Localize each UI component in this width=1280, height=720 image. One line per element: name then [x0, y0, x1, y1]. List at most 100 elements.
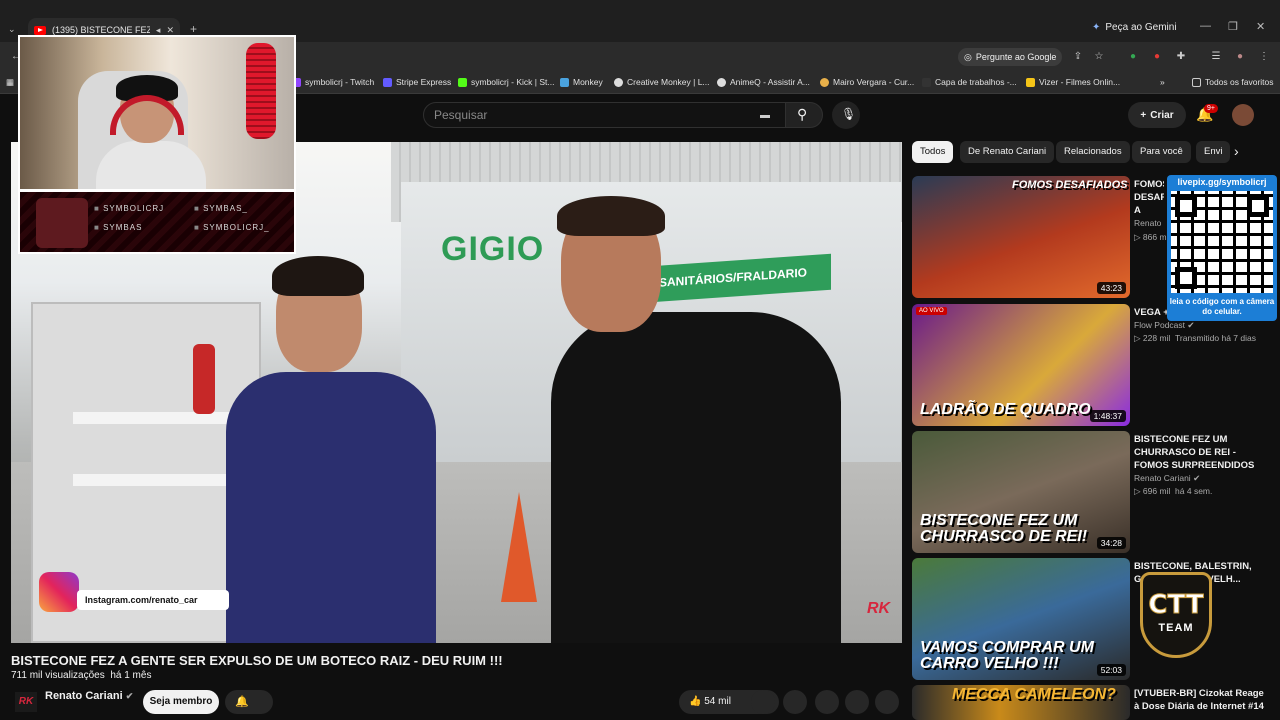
extensions-puzzle-icon[interactable]: ✚ — [1175, 51, 1187, 63]
video-title[interactable]: [VTUBER-BR] Cizokat Reage à Dose Diária … — [1134, 687, 1264, 713]
tab-list-chevron-icon[interactable]: ⌄ — [8, 24, 16, 35]
social-handles-panel: SYMBOLICRJ SYMBAS_ SYMBAS SYMBOLICRJ_ — [18, 190, 296, 254]
bookmark-item[interactable]: Vizer - Filmes Onlin... — [1026, 77, 1120, 87]
ctt-team-badge: CTT TEAM — [1134, 566, 1218, 662]
reading-list-icon[interactable]: ☰ — [1210, 51, 1222, 63]
keyboard-icon[interactable]: ▬ — [760, 110, 770, 121]
chip-all[interactable]: Todos — [912, 141, 954, 163]
close-tab-icon[interactable]: ✕ — [166, 25, 174, 36]
black-shirt — [551, 312, 841, 643]
livepix-qr-overlay: livepix.gg/symbolicrj leia o código com … — [1167, 175, 1277, 321]
share-button[interactable] — [783, 690, 807, 714]
video-title[interactable]: BISTECONE FEZ UM CHURRASCO DE REI - FOMO… — [1134, 433, 1264, 473]
voice-search-button[interactable]: 🎙 — [832, 101, 860, 129]
recommendation-item[interactable]: VAMOS COMPRAR UM CARRO VELHO !!! 52:03 B… — [912, 558, 1272, 680]
youtube-handle: SYMBAS — [94, 223, 194, 232]
bookmark-star-icon[interactable]: ☆ — [1093, 51, 1105, 63]
bookmark-label: Capa de trabalhos -... — [935, 77, 1017, 87]
bookmark-label: symbolicrj - Kick | St... — [471, 77, 555, 87]
profile-avatar-icon[interactable]: ● — [1234, 51, 1246, 63]
extension-green-icon[interactable]: ● — [1127, 51, 1139, 63]
bookmark-item[interactable]: symbolicrj - Twitch — [292, 77, 374, 87]
thumbnail[interactable]: AO VIVO LADRÃO DE QUADRO 1:48:37 — [912, 304, 1130, 426]
thumbnail[interactable]: VAMOS COMPRAR UM CARRO VELHO !!! 52:03 — [912, 558, 1130, 680]
gemini-label: Peça ao Gemini — [1105, 22, 1177, 33]
chip-uploaded[interactable]: Envi — [1196, 141, 1230, 163]
chip-from-channel[interactable]: De Renato Cariani — [960, 141, 1055, 163]
search-button[interactable]: ⚲ — [785, 102, 823, 128]
new-tab-icon[interactable]: + — [190, 22, 197, 36]
extension-red-icon[interactable]: ● — [1151, 51, 1163, 63]
duration-badge: 52:03 — [1096, 664, 1126, 676]
more-bookmarks-icon[interactable]: » — [1160, 77, 1165, 87]
streamer-face-graphic — [36, 198, 88, 248]
channel-name[interactable]: Renato Cariani — [1134, 218, 1162, 228]
save-button[interactable] — [845, 690, 869, 714]
search-input[interactable]: Pesquisar — [423, 102, 787, 128]
bookmark-label: Monkey — [573, 77, 603, 87]
video-meta: ▷ 228 mil Transmitido há 7 dias — [1134, 333, 1256, 343]
qr-url: livepix.gg/symbolicrj — [1177, 177, 1267, 187]
streamer-body — [96, 141, 206, 189]
remix-button[interactable] — [815, 690, 839, 714]
bookmark-item[interactable]: Monkey — [560, 77, 603, 87]
speaker-icon[interactable]: ◂ — [156, 25, 161, 36]
hair — [272, 256, 364, 296]
chip-related[interactable]: Relacionados — [1056, 141, 1130, 163]
restore-icon[interactable]: ❐ — [1228, 20, 1238, 33]
vizer-icon — [1026, 77, 1035, 87]
install-app-icon[interactable]: ⇪ — [1072, 51, 1084, 63]
ask-google-button[interactable]: ◎ Pergunte ao Google — [958, 48, 1063, 66]
bookmark-item[interactable]: Mairo Vergara - Cur... — [820, 77, 914, 87]
join-button[interactable]: Seja membro — [143, 690, 219, 714]
bookmark-item[interactable]: Capa de trabalhos -... — [922, 77, 1017, 87]
thumbnail[interactable]: MECCA CAMELEON? — [912, 685, 1130, 720]
recommendation-item[interactable]: BISTECONE FEZ UM CHURRASCO DE REI! 34:28… — [912, 431, 1272, 553]
badge-subtitle: TEAM — [1158, 622, 1194, 634]
channel-avatar[interactable]: RK — [15, 692, 37, 712]
duration-badge: 43:23 — [1096, 282, 1126, 294]
recommendation-item[interactable]: AO VIVO LADRÃO DE QUADRO 1:48:37 VEGA + … — [912, 304, 1272, 426]
bookmark-item[interactable]: Creative Monkey | L... — [614, 77, 710, 87]
thumbnail[interactable]: BISTECONE FEZ UM CHURRASCO DE REI! 34:28 — [912, 431, 1130, 553]
bookmark-item[interactable]: AnimeQ - Assistir A... — [717, 77, 810, 87]
channel-name-label: Renato Cariani — [45, 690, 123, 702]
apps-grid-icon[interactable]: ▦ — [6, 77, 14, 88]
account-avatar[interactable] — [1232, 104, 1254, 126]
chevron-right-icon[interactable]: › — [1234, 143, 1239, 159]
blue-shirt — [226, 372, 436, 643]
thumbnail-caption: LADRÃO DE QUADRO — [920, 401, 1091, 418]
channel-name[interactable]: Flow Podcast ✔ — [1134, 320, 1195, 331]
video-title[interactable]: FOMOS DESAFIADOS A COMER CARANGUEJO COM … — [1134, 178, 1164, 218]
plus-icon: + — [1140, 109, 1147, 121]
all-bookmarks[interactable]: Todos os favoritos — [1192, 77, 1274, 87]
bookmark-item[interactable]: symbolicrj - Kick | St... — [458, 77, 554, 87]
create-button[interactable]: + Criar — [1128, 102, 1186, 128]
channel-name[interactable]: Renato Cariani ✔ — [1134, 473, 1200, 484]
hair — [557, 196, 665, 236]
bookmark-label: Mairo Vergara - Cur... — [833, 77, 915, 87]
streamer — [96, 75, 206, 189]
subscription-bell-button[interactable]: 🔔 — [225, 690, 273, 714]
bookmark-item[interactable]: Stripe Express — [383, 77, 451, 87]
ask-gemini-button[interactable]: ✦ Peça ao Gemini — [1092, 22, 1177, 33]
ask-google-label: Pergunte ao Google — [975, 52, 1057, 62]
dislike-button[interactable] — [751, 690, 775, 714]
duration-badge: 34:28 — [1096, 537, 1126, 549]
channel-name[interactable]: Renato Cariani ✔ — [45, 690, 133, 702]
live-badge: AO VIVO — [916, 307, 947, 315]
close-window-icon[interactable]: ✕ — [1256, 20, 1265, 33]
upload-age: Transmitido há 7 dias — [1175, 333, 1256, 343]
verified-icon: ✔ — [125, 691, 134, 701]
tab-title: (1395) BISTECONE FEZ A GENTE — [52, 25, 150, 35]
thumbnail[interactable]: FOMOS DESAFIADOS 43:23 — [912, 176, 1130, 298]
verified-icon: ✔ — [1193, 473, 1201, 483]
chrome-menu-icon[interactable]: ⋮ — [1258, 51, 1270, 63]
video-title: BISTECONE FEZ A GENTE SER EXPULSO DE UM … — [11, 653, 503, 668]
recommendation-item[interactable]: MECCA CAMELEON? [VTUBER-BR] Cizokat Reag… — [912, 685, 1272, 720]
minimize-icon[interactable]: — — [1200, 20, 1211, 32]
tiktok-handle: SYMBAS_ — [194, 204, 294, 213]
more-actions-button[interactable] — [875, 690, 899, 714]
bookmark-label: symbolicrj - Twitch — [305, 77, 375, 87]
chip-for-you[interactable]: Para você — [1132, 141, 1191, 163]
